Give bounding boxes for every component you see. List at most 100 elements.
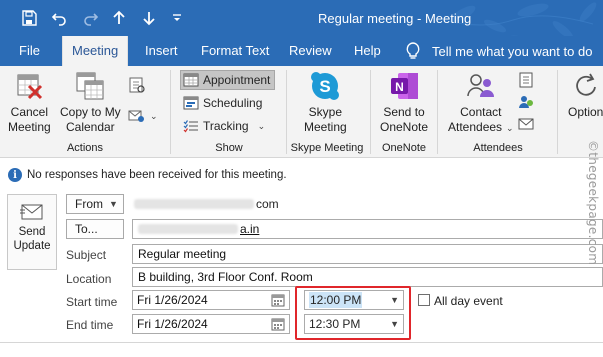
show-group-label: Show: [215, 142, 243, 154]
options-refresh-icon: [575, 73, 596, 96]
skype-label-1: Skype: [308, 105, 343, 119]
cancel-label-2: Meeting: [8, 120, 51, 134]
ribbon-tabs: File Meeting Insert Format Text Review H…: [0, 36, 603, 66]
tracking-label: Tracking: [203, 119, 249, 133]
cancel-meeting-icon: [17, 74, 43, 100]
appointment-icon: [183, 73, 199, 87]
skype-meeting-button[interactable]: S Skype Meeting: [304, 70, 347, 135]
all-day-label: All day event: [434, 294, 503, 308]
tab-help[interactable]: Help: [354, 43, 381, 58]
attendees-group-label: Attendees: [473, 142, 523, 154]
copy-to-my-calendar-button[interactable]: Copy to My Calendar: [60, 70, 121, 135]
info-text: No responses have been received for this…: [27, 169, 287, 181]
svg-text:N: N: [395, 80, 404, 94]
save-icon[interactable]: [18, 8, 40, 28]
tab-file[interactable]: File: [19, 43, 40, 58]
lightbulb-icon: [406, 42, 420, 59]
to-button[interactable]: To...: [66, 219, 124, 239]
subject-input[interactable]: Regular meeting: [132, 244, 603, 264]
contact-attendees-button[interactable]: Contact Attendees ⌄: [448, 70, 514, 136]
from-label: From: [75, 197, 103, 211]
end-date-input[interactable]: Fri 1/26/2024: [132, 314, 290, 334]
watermark: ©thegeekpage.com: [586, 140, 601, 300]
start-date-input[interactable]: Fri 1/26/2024: [132, 290, 290, 310]
skype-icon: S: [311, 72, 340, 100]
dropdown-arrow-icon: ▼: [109, 199, 118, 209]
response-options-icon[interactable]: [518, 116, 534, 132]
copy-calendar-icon: [76, 72, 104, 100]
send-update-button[interactable]: Send Update: [7, 194, 57, 270]
title-bar: Regular meeting - Meeting: [0, 0, 603, 36]
onenote-group-label: OneNote: [381, 142, 427, 154]
skype-group-label: Skype Meeting: [290, 142, 364, 154]
calendar-icon[interactable]: [271, 294, 285, 307]
info-icon: i: [8, 168, 22, 182]
group-separator: [286, 70, 287, 154]
group-separator: [370, 70, 371, 154]
location-label: Location: [66, 272, 112, 286]
check-names-icon[interactable]: [518, 94, 534, 110]
calendar-icon[interactable]: [271, 318, 285, 331]
window-title: Regular meeting - Meeting: [318, 11, 472, 26]
appointment-label: Appointment: [203, 73, 271, 87]
send-icon: [20, 204, 43, 220]
redacted-email: [134, 199, 254, 209]
options-button[interactable]: Option: [568, 70, 603, 120]
forward-dropdown[interactable]: ⌄: [128, 108, 158, 124]
skype-label-2: Meeting: [304, 120, 347, 134]
from-button[interactable]: From ▼: [66, 194, 124, 214]
redacted-email: [138, 224, 238, 234]
tab-format-text[interactable]: Format Text: [201, 43, 269, 58]
chevron-down-icon: ⌄: [506, 123, 514, 133]
actions-group-label: Actions: [66, 142, 104, 154]
appointment-button[interactable]: Appointment: [180, 70, 276, 90]
tab-meeting[interactable]: Meeting: [62, 36, 129, 66]
svg-text:S: S: [320, 77, 331, 96]
time-highlight-box: [295, 286, 411, 340]
all-day-checkbox[interactable]: [418, 294, 430, 306]
group-separator: [170, 70, 171, 154]
start-date-value: Fri 1/26/2024: [137, 293, 208, 307]
tracking-button[interactable]: Tracking ⌄: [183, 118, 265, 134]
scheduling-icon: [183, 96, 199, 110]
send-label: Send Update: [13, 226, 51, 252]
tracking-icon: [183, 120, 198, 133]
chevron-down-icon: ⌄: [257, 120, 266, 131]
copy-label-2: Calendar: [65, 120, 115, 134]
contact-label-2: Attendees ⌄: [448, 120, 514, 134]
tell-me-label: Tell me what you want to do: [432, 43, 593, 59]
contact-attendees-icon: [467, 74, 494, 97]
tab-review[interactable]: Review: [289, 43, 332, 58]
up-arrow-icon[interactable]: [108, 8, 130, 28]
redo-icon[interactable]: [80, 8, 102, 28]
address-book-icon[interactable]: [128, 76, 146, 94]
cancel-meeting-button[interactable]: Cancel Meeting: [8, 70, 51, 135]
location-input[interactable]: B building, 3rd Floor Conf. Room: [132, 267, 603, 287]
to-field[interactable]: a.in: [132, 219, 603, 239]
group-separator: [557, 70, 558, 154]
onenote-label-2: OneNote: [380, 120, 429, 134]
divider: [0, 342, 603, 343]
from-value: com: [134, 197, 279, 211]
contact-label-1: Contact: [460, 105, 502, 119]
scheduling-button[interactable]: Scheduling: [183, 95, 262, 111]
watermark-text: ©thegeekpage.com: [586, 140, 600, 266]
copy-label-1: Copy to My: [60, 105, 121, 119]
customize-qat-icon[interactable]: [166, 8, 188, 28]
down-arrow-icon[interactable]: [138, 8, 160, 28]
subject-label: Subject: [66, 248, 107, 262]
tab-insert[interactable]: Insert: [145, 43, 178, 58]
onenote-label-1: Send to: [383, 105, 425, 119]
end-date-value: Fri 1/26/2024: [137, 317, 208, 331]
send-to-onenote-button[interactable]: N Send to OneNote: [380, 70, 428, 135]
scheduling-label: Scheduling: [203, 96, 263, 110]
forward-icon: [128, 110, 144, 122]
group-separator: [437, 70, 438, 154]
chevron-down-icon: ⌄: [150, 110, 158, 121]
undo-icon[interactable]: [48, 8, 70, 28]
start-time-label: Start time: [66, 295, 118, 309]
address-book-icon[interactable]: [518, 72, 534, 88]
tell-me-search[interactable]: Tell me what you want to do: [404, 41, 592, 61]
ribbon: Cancel Meeting Copy to My Calendar ⌄ Act…: [0, 66, 603, 158]
info-bar: i No responses have been received for th…: [0, 164, 287, 186]
